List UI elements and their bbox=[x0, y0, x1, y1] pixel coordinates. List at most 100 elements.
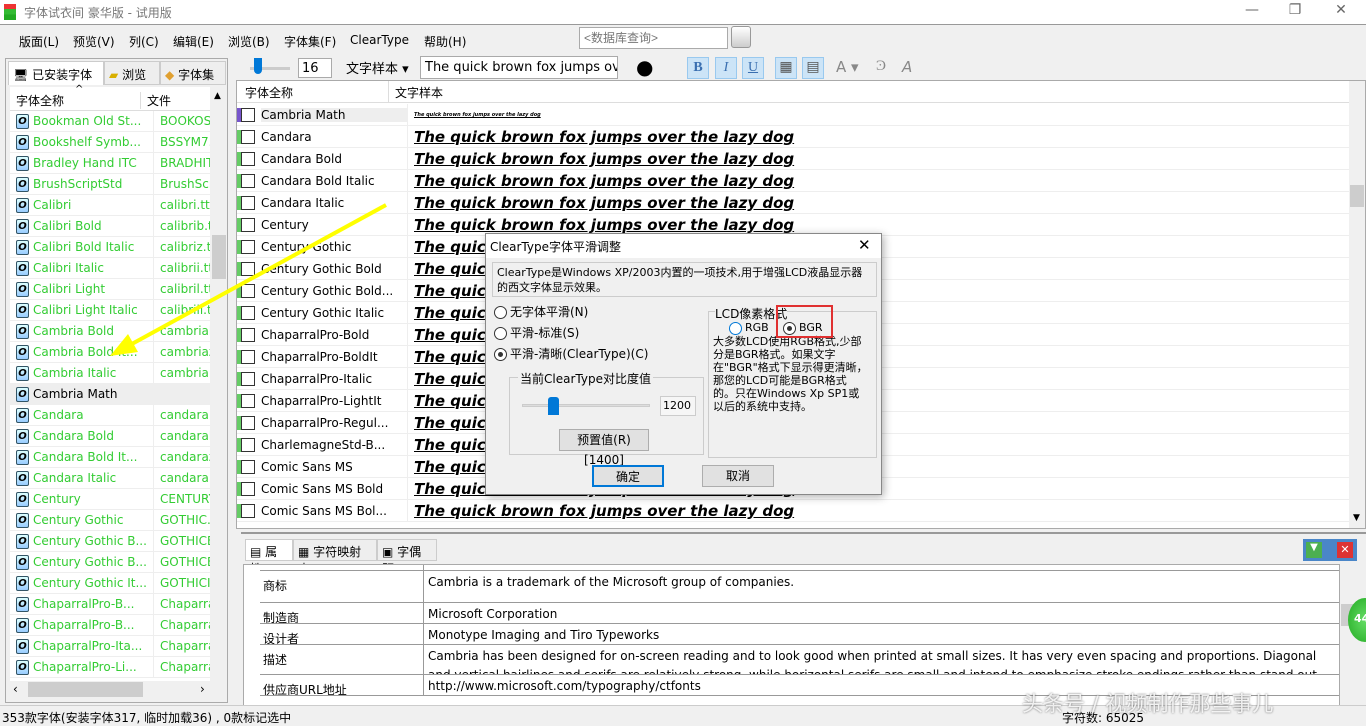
database-search-icon[interactable] bbox=[731, 26, 751, 48]
font-list-item[interactable]: O ChaparralPro-Ita... ChaparralP bbox=[10, 636, 210, 657]
font-list-item[interactable]: O Cambria Bold cambriab.t bbox=[10, 321, 210, 342]
cancel-button[interactable]: 取消 bbox=[702, 465, 774, 487]
font-list-item[interactable]: O Bradley Hand ITC BRADHITC. bbox=[10, 153, 210, 174]
font-search-icon[interactable]: A bbox=[902, 58, 912, 76]
tab-character-map[interactable]: ▦ 字符映射表 bbox=[293, 539, 377, 576]
size-slider-thumb[interactable] bbox=[254, 58, 262, 74]
font-list-item[interactable]: O ChaparralPro-B... ChaparralP bbox=[10, 615, 210, 636]
font-list-item[interactable]: O Candara candara.ttf bbox=[10, 405, 210, 426]
collapse-panel-icon[interactable]: ▼ bbox=[1306, 542, 1322, 558]
row-checkbox[interactable] bbox=[241, 239, 255, 254]
row-checkbox[interactable] bbox=[241, 371, 255, 386]
menu-help[interactable]: 帮助(H) bbox=[424, 33, 466, 50]
sample-text-input[interactable]: The quick brown fox jumps ov bbox=[420, 56, 618, 79]
font-list-item[interactable]: O Century CENTURY.T bbox=[10, 489, 210, 510]
font-list-item[interactable]: O Century Gothic B... GOTHICB.T bbox=[10, 531, 210, 552]
row-checkbox[interactable] bbox=[241, 151, 255, 166]
contrast-slider[interactable] bbox=[522, 404, 650, 407]
preset-button[interactable]: 预置值(R) [1400] bbox=[559, 429, 649, 467]
font-preview-row[interactable]: Candara Bold Italic The quick brown fox j… bbox=[237, 170, 1349, 192]
font-preview-row[interactable]: Candara Bold The quick brown fox jumps ov… bbox=[237, 148, 1349, 170]
radio-no-smoothing[interactable]: 无字体平滑(N) bbox=[494, 303, 588, 320]
radio-rgb[interactable]: RGB bbox=[729, 321, 769, 335]
font-size-stepper[interactable]: 16 bbox=[298, 58, 332, 78]
sample-type-dropdown[interactable]: 文字样本 ▾ bbox=[346, 58, 409, 77]
contrast-slider-thumb[interactable] bbox=[547, 397, 559, 415]
property-value[interactable]: Microsoft Corporation bbox=[424, 603, 1339, 623]
font-list-item[interactable]: O Candara Bold It... candaraz.tt bbox=[10, 447, 210, 468]
grid-view-icon[interactable]: ▦ bbox=[775, 57, 797, 79]
font-list-item[interactable]: O Calibri Bold Italic calibriz.ttf bbox=[10, 237, 210, 258]
database-search-input[interactable] bbox=[579, 27, 728, 49]
font-list-item[interactable]: O Century Gothic It... GOTHICI.T bbox=[10, 573, 210, 594]
radio-standard[interactable]: 平滑-标准(S) bbox=[494, 324, 579, 341]
row-checkbox[interactable] bbox=[241, 415, 255, 430]
tab-installed-fonts[interactable]: 🖥 已安装字体 bbox=[8, 61, 104, 85]
row-checkbox[interactable] bbox=[241, 459, 255, 474]
font-list-horizontal-scrollbar[interactable]: ‹ › bbox=[10, 681, 210, 698]
property-value[interactable]: Cambria is a trademark of the Microsoft … bbox=[424, 571, 1339, 602]
row-checkbox[interactable] bbox=[241, 283, 255, 298]
radio-cleartype[interactable]: 平滑-清晰(ClearType)(C) bbox=[494, 345, 648, 362]
menu-edit[interactable]: 编辑(E) bbox=[173, 33, 214, 50]
tab-browse[interactable]: ▰ 浏览 bbox=[104, 61, 160, 85]
property-value[interactable]: Cambria has been designed for on-screen … bbox=[424, 645, 1339, 674]
scroll-thumb[interactable] bbox=[212, 235, 226, 279]
tab-properties[interactable]: ▤ 属性 bbox=[245, 539, 293, 576]
font-list-item[interactable]: O BrushScriptStd BrushScrip bbox=[10, 174, 210, 195]
list-view-icon[interactable]: ▤ bbox=[802, 57, 824, 79]
row-checkbox[interactable] bbox=[241, 393, 255, 408]
tab-kerning[interactable]: ▣ 字偶距 bbox=[377, 539, 437, 576]
row-checkbox[interactable] bbox=[241, 217, 255, 232]
font-list-item[interactable]: O Candara Italic candarai.tt bbox=[10, 468, 210, 489]
font-list-item[interactable]: O Century Gothic B... GOTHICBI.T bbox=[10, 552, 210, 573]
menu-cleartype[interactable]: ClearType bbox=[350, 33, 409, 47]
font-list-item[interactable]: O Cambria Bold It... cambriaz.tt bbox=[10, 342, 210, 363]
font-list-item[interactable]: O Cambria Italic cambriai.tt bbox=[10, 363, 210, 384]
row-checkbox[interactable] bbox=[241, 327, 255, 342]
color-swap-icon[interactable]: ● bbox=[636, 55, 653, 79]
minimize-button[interactable]: — bbox=[1242, 2, 1262, 22]
font-list-item[interactable]: O ChaparralPro-Li... ChaparralP bbox=[10, 657, 210, 678]
row-checkbox[interactable] bbox=[241, 481, 255, 496]
scroll-left-icon[interactable]: ‹ bbox=[13, 682, 18, 696]
scroll-right-icon[interactable]: › bbox=[200, 682, 205, 696]
column-sample[interactable]: 文字样本 bbox=[388, 81, 449, 103]
row-checkbox[interactable] bbox=[241, 129, 255, 144]
property-value[interactable]: Monotype Imaging and Tiro Typeworks bbox=[424, 624, 1339, 644]
contrast-value[interactable]: 1200 bbox=[660, 396, 696, 416]
tab-fontset[interactable]: ◆ 字体集 bbox=[160, 61, 226, 85]
menu-browse[interactable]: 浏览(B) bbox=[228, 33, 270, 50]
scroll-down-icon[interactable]: ▼ bbox=[1353, 513, 1360, 523]
font-list-item[interactable]: O Calibri Italic calibrii.ttf bbox=[10, 258, 210, 279]
font-preview-row[interactable]: Candara Italic The quick brown fox jumps … bbox=[237, 192, 1349, 214]
font-list-item[interactable]: O Century Gothic GOTHIC.TT bbox=[10, 510, 210, 531]
row-checkbox[interactable] bbox=[241, 305, 255, 320]
menu-layout[interactable]: 版面(L) bbox=[19, 33, 59, 50]
close-button[interactable]: ✕ bbox=[1331, 2, 1351, 22]
underline-button[interactable]: U bbox=[742, 57, 764, 79]
row-checkbox[interactable] bbox=[241, 503, 255, 518]
column-font-name[interactable]: 字体全称 bbox=[245, 84, 293, 101]
font-list-item[interactable]: O Calibri calibri.ttf bbox=[10, 195, 210, 216]
ok-button[interactable]: 确定 bbox=[592, 465, 664, 487]
row-checkbox[interactable] bbox=[241, 349, 255, 364]
font-color-icon[interactable]: A ▾ bbox=[836, 58, 859, 76]
row-checkbox[interactable] bbox=[241, 437, 255, 452]
italic-button[interactable]: I bbox=[715, 57, 737, 79]
restore-button[interactable]: ❐ bbox=[1285, 2, 1305, 22]
font-info-icon[interactable]: Ͽ bbox=[876, 58, 886, 75]
font-list-item[interactable]: O ChaparralPro-B... ChaparralP bbox=[10, 594, 210, 615]
font-preview-row[interactable]: Candara The quick brown fox jumps over th… bbox=[237, 126, 1349, 148]
close-panel-icon[interactable]: ✕ bbox=[1337, 542, 1353, 558]
row-checkbox[interactable] bbox=[241, 261, 255, 276]
row-checkbox[interactable] bbox=[241, 173, 255, 188]
font-list-item[interactable]: O Calibri Light Italic calibrili.ttf bbox=[10, 300, 210, 321]
dialog-close-button[interactable]: ✕ bbox=[858, 236, 871, 254]
font-list-vertical-scrollbar[interactable]: ▲ bbox=[211, 87, 227, 681]
font-list-item[interactable]: O Bookshelf Symb... BSSYM7.TT bbox=[10, 132, 210, 153]
row-checkbox[interactable] bbox=[241, 107, 255, 122]
menu-fontset[interactable]: 字体集(F) bbox=[284, 33, 336, 50]
menu-columns[interactable]: 列(C) bbox=[129, 33, 159, 50]
font-preview-row[interactable]: Cambria Math The quick brown fox jumps ov… bbox=[237, 104, 1349, 126]
